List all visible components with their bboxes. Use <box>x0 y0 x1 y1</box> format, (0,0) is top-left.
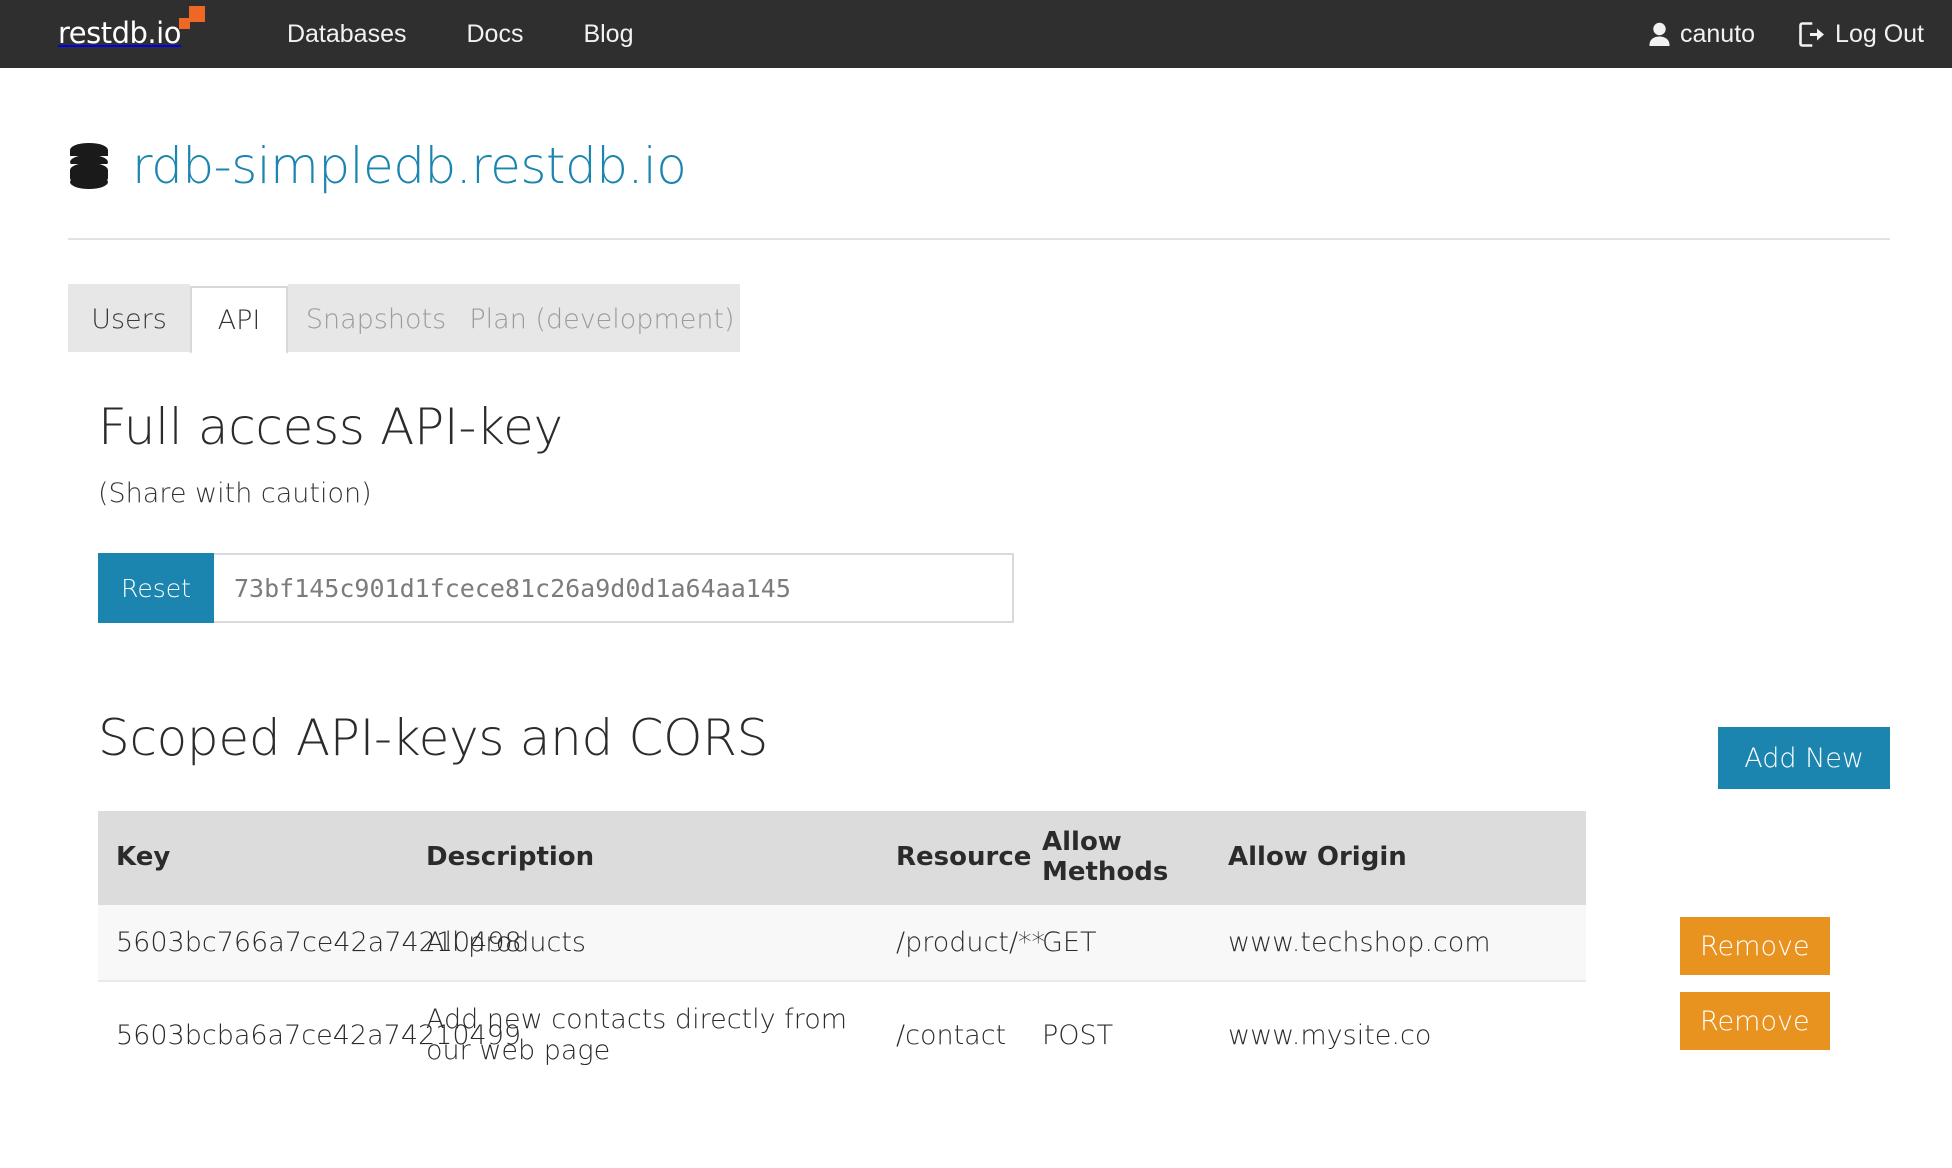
cell-description: All products <box>408 905 878 981</box>
column-header-key: Key <box>98 811 408 905</box>
primary-nav: Databases Docs Blog <box>257 0 664 68</box>
nav-user-area: canuto Log Out <box>1648 20 1924 49</box>
column-header-description: Description <box>408 811 878 905</box>
api-key-input[interactable] <box>214 553 1014 623</box>
full-access-heading: Full access API-key <box>98 398 1890 456</box>
table-head: Key Description Resource Allow Methods A… <box>98 811 1586 905</box>
share-caution-note: (Share with caution) <box>98 478 1890 509</box>
remove-button[interactable]: Remove <box>1680 917 1830 975</box>
user-menu[interactable]: canuto <box>1648 20 1755 49</box>
add-new-button[interactable]: Add New <box>1718 727 1890 789</box>
remove-button[interactable]: Remove <box>1680 992 1830 1050</box>
cell-allow-methods: POST <box>1024 981 1210 1088</box>
tab-plan[interactable]: Plan (development) <box>464 284 740 352</box>
reset-button[interactable]: Reset <box>98 553 214 623</box>
full-access-key-row: Reset <box>98 553 1014 623</box>
tab-panel-api: Full access API-key (Share with caution)… <box>0 398 1952 1088</box>
logo-accent-icon <box>179 6 205 32</box>
table-header-row: Key Description Resource Allow Methods A… <box>98 811 1586 905</box>
logout-icon <box>1799 22 1826 47</box>
cell-description: Add new contacts directly from our web p… <box>408 981 878 1088</box>
brand-name: restdb.io <box>58 16 181 50</box>
logout-button[interactable]: Log Out <box>1799 20 1924 49</box>
scoped-keys-table: Key Description Resource Allow Methods A… <box>98 811 1586 1088</box>
cell-allow-origin: www.mysite.co <box>1210 981 1586 1088</box>
page-header: rdb-simpledb.restdb.io <box>0 68 1952 194</box>
table-body: 5603bc766a7ce42a74210498 All products /p… <box>98 905 1586 1088</box>
page-body: rdb-simpledb.restdb.io Users API Snapsho… <box>0 68 1952 1088</box>
database-icon <box>68 142 110 190</box>
logout-label: Log Out <box>1835 20 1924 49</box>
top-navbar: restdb.io Databases Docs Blog canuto <box>0 0 1952 68</box>
nav-item-databases[interactable]: Databases <box>257 0 437 68</box>
user-name: canuto <box>1680 20 1755 49</box>
user-icon <box>1648 22 1671 47</box>
tab-snapshots[interactable]: Snapshots <box>288 284 464 352</box>
tab-users[interactable]: Users <box>68 284 190 352</box>
column-header-allow-methods: Allow Methods <box>1024 811 1210 905</box>
scoped-heading: Scoped API-keys and CORS <box>98 709 768 767</box>
column-header-allow-origin: Allow Origin <box>1210 811 1586 905</box>
tab-bar: Users API Snapshots Plan (development) <box>68 284 1952 352</box>
page-title[interactable]: rdb-simpledb.restdb.io <box>132 138 686 194</box>
cell-allow-methods: GET <box>1024 905 1210 981</box>
table-row: 5603bcba6a7ce42a74210499 Add new contact… <box>98 981 1586 1088</box>
column-header-resource: Resource <box>878 811 1024 905</box>
table-row: 5603bc766a7ce42a74210498 All products /p… <box>98 905 1586 981</box>
tab-api[interactable]: API <box>190 286 288 354</box>
cell-key: 5603bc766a7ce42a74210498 <box>98 905 408 981</box>
cell-resource: /contact <box>878 981 1024 1088</box>
scoped-keys-table-wrap: Key Description Resource Allow Methods A… <box>98 811 1890 1088</box>
scoped-section-header: Scoped API-keys and CORS Add New <box>98 709 1890 789</box>
nav-item-blog[interactable]: Blog <box>553 0 663 68</box>
nav-item-docs[interactable]: Docs <box>436 0 553 68</box>
cell-key: 5603bcba6a7ce42a74210499 <box>98 981 408 1088</box>
brand-logo[interactable]: restdb.io <box>58 0 205 68</box>
header-divider <box>68 238 1890 240</box>
cell-allow-origin: www.techshop.com <box>1210 905 1586 981</box>
cell-resource: /product/** <box>878 905 1024 981</box>
